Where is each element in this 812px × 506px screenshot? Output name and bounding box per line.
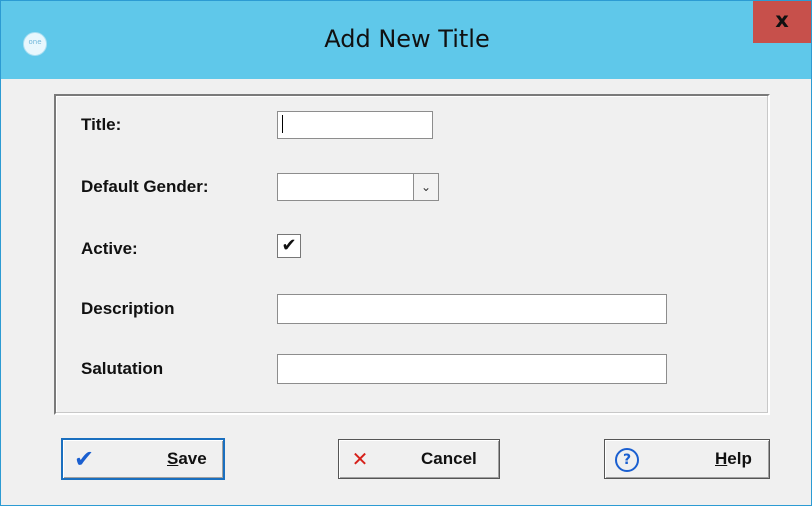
default-gender-select[interactable]: ⌄ — [277, 173, 439, 201]
title-bar[interactable]: one Add New Title x — [1, 1, 811, 79]
text-caret — [282, 115, 283, 133]
cancel-button[interactable]: ✕ Cancel — [338, 439, 500, 479]
cancel-label: Cancel — [421, 449, 477, 468]
description-label: Description — [81, 299, 175, 318]
dialog-title: Add New Title — [324, 25, 490, 53]
salutation-label: Salutation — [81, 359, 164, 378]
title-label: Title: — [81, 115, 122, 134]
save-label: Save — [167, 449, 207, 468]
checkmark-icon: ✔ — [73, 445, 95, 473]
chevron-down-icon[interactable]: ⌄ — [413, 174, 438, 200]
active-checkbox[interactable]: ✔ — [277, 234, 301, 258]
salutation-input[interactable] — [277, 354, 667, 384]
description-input[interactable] — [277, 294, 667, 324]
save-button[interactable]: ✔ Save — [61, 438, 225, 480]
help-button[interactable]: ? Help — [604, 439, 770, 479]
x-icon: ✕ — [351, 447, 369, 471]
help-label: Help — [715, 449, 752, 468]
close-button[interactable]: x — [753, 1, 811, 43]
active-label: Active: — [81, 239, 138, 258]
title-input[interactable] — [277, 111, 433, 139]
close-icon: x — [775, 8, 789, 32]
default-gender-label: Default Gender: — [81, 177, 209, 196]
question-icon: ? — [615, 448, 639, 472]
dialog-window: one Add New Title x Title: Default Gende… — [0, 0, 812, 506]
